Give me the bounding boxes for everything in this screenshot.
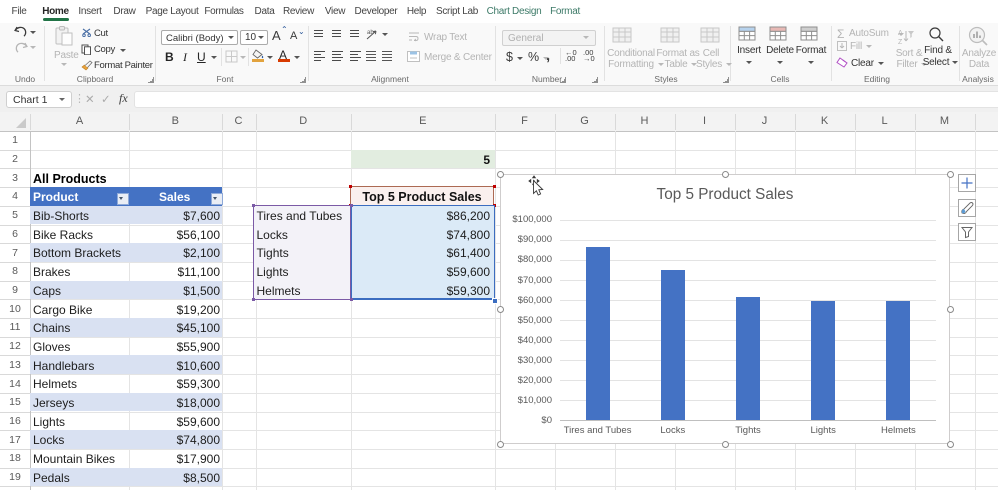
svg-text:Z: Z xyxy=(898,39,903,45)
svg-text:A: A xyxy=(898,30,903,37)
svg-text:ab: ab xyxy=(367,30,374,36)
